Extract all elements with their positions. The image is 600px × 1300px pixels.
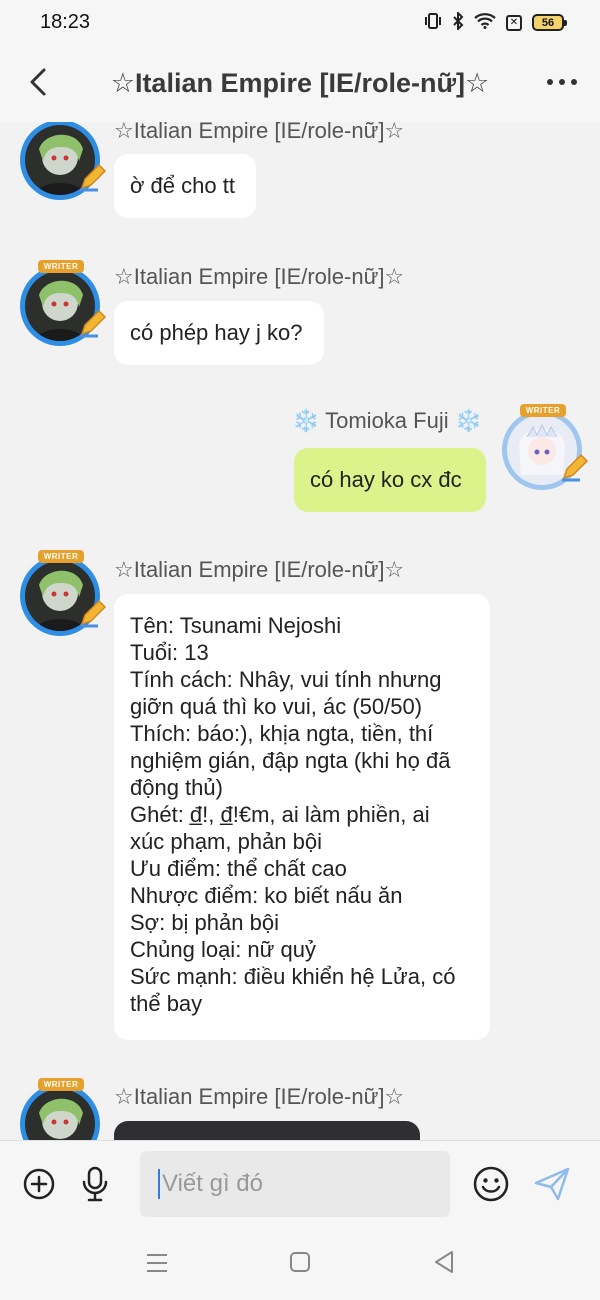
plus-circle-icon [23, 1168, 55, 1200]
message-input-placeholder: Viết gì đó [162, 1170, 263, 1197]
send-button[interactable] [532, 1165, 572, 1203]
snowflake-icon: ❄️ [454, 408, 483, 433]
battery-icon: 56 [532, 14, 567, 31]
message-text: có hay ko cx đc [310, 467, 462, 492]
message-line: Sợ: bị phản bội [130, 910, 279, 935]
chevron-left-icon [30, 68, 46, 96]
pen-icon [80, 163, 107, 192]
sender-name: ☆Italian Empire [IE/role-nữ]☆ [114, 557, 405, 582]
message-line: Tên: Tsunami Nejoshi [130, 613, 342, 638]
message-line: Ưu điểm: thể chất cao [130, 856, 347, 881]
avatar[interactable]: WRITER [16, 550, 107, 636]
triangle-back-icon [435, 1251, 453, 1273]
sim-off-icon: ✕ [506, 14, 522, 31]
message-line: nghiệm gián, đập ngta (khi họ đã [130, 748, 451, 773]
message-line: thể bay [130, 991, 203, 1016]
dot-icon [559, 79, 565, 85]
dot-icon [571, 79, 577, 85]
add-attachment-button[interactable] [22, 1167, 56, 1201]
vibrate-icon [424, 13, 442, 32]
message-bubble[interactable]: Tên: Tsunami Nejoshi Tuổi: 13 Tính cách:… [114, 594, 490, 1040]
sender-name: ☆Italian Empire [IE/role-nữ]☆ [114, 1084, 405, 1109]
writer-badge: WRITER [38, 260, 84, 273]
message-list[interactable]: ☆Italian Empire [IE/role-nữ]☆ ờ để cho t… [0, 122, 600, 1140]
image-message-preview[interactable] [114, 1121, 420, 1140]
menu-lines-icon [147, 1254, 167, 1272]
message-line: xúc phạm, phản bội [130, 829, 323, 854]
square-icon [290, 1252, 310, 1272]
message-line: Ghét: đ̲!, đ̲!€m, ai làm phiền, ai [130, 802, 430, 827]
system-back-button[interactable] [432, 1249, 456, 1275]
message-bubble-own[interactable]: có hay ko cx đc [294, 448, 486, 512]
writer-badge: WRITER [38, 1078, 84, 1091]
message-bubble[interactable]: ờ để cho tt [114, 154, 256, 218]
back-button[interactable] [20, 60, 60, 104]
composer-bar: Viết gì đó [0, 1140, 600, 1300]
message-text: ờ để cho tt [130, 173, 235, 198]
message-line: Chủng loại: nữ quỷ [130, 937, 316, 962]
status-bar: 18:23 ✕ 56 [0, 0, 600, 46]
pen-icon [562, 453, 589, 482]
smiley-icon [473, 1166, 509, 1202]
dot-icon [547, 79, 553, 85]
sender-name: ☆Italian Empire [IE/role-nữ]☆ [114, 122, 405, 143]
recent-apps-button[interactable] [144, 1251, 170, 1275]
writer-badge: WRITER [520, 404, 566, 417]
message-line: Nhược điểm: ko biết nấu ăn [130, 883, 403, 908]
sender-name: ☆Italian Empire [IE/role-nữ]☆ [114, 264, 405, 289]
message-bubble[interactable]: có phép hay j ko? [114, 301, 324, 365]
status-icons: ✕ 56 [424, 10, 567, 33]
voice-message-button[interactable] [78, 1165, 112, 1203]
avatar[interactable]: WRITER [16, 1078, 102, 1140]
more-options-button[interactable] [538, 68, 586, 96]
microphone-icon [82, 1166, 108, 1202]
own-sender-label: Tomioka Fuji [325, 408, 449, 433]
message-text: có phép hay j ko? [130, 320, 303, 345]
message-line: Tính cách: Nhây, vui tính nhưng [130, 667, 442, 692]
sender-name-own: ❄️ Tomioka Fuji ❄️ [292, 408, 482, 434]
wifi-icon [474, 13, 496, 32]
message-line: Thích: báo:), khịa ngta, tiền, thí [130, 721, 434, 746]
message-line: Tuổi: 13 [130, 640, 209, 665]
avatar[interactable]: WRITER [16, 260, 107, 346]
status-time: 18:23 [40, 11, 91, 33]
snowflake-icon: ❄️ [292, 408, 320, 433]
system-nav-bar [0, 1239, 600, 1299]
chat-title: ☆Italian Empire [IE/role-nữ]☆ [110, 68, 490, 98]
avatar-own[interactable]: WRITER [498, 404, 589, 490]
writer-badge: WRITER [38, 550, 84, 563]
paper-plane-icon [534, 1167, 570, 1201]
message-input[interactable]: Viết gì đó [140, 1151, 450, 1217]
emoji-button[interactable] [472, 1165, 510, 1203]
text-caret [158, 1169, 160, 1199]
bluetooth-icon [452, 10, 464, 33]
message-line: giỡn quá thì ko vui, ác (50/50) [130, 694, 423, 719]
chat-header: ☆Italian Empire [IE/role-nữ]☆ [0, 46, 600, 122]
message-line: Sức mạnh: điều khiển hệ Lửa, có [130, 964, 456, 989]
avatar[interactable] [16, 122, 107, 200]
pen-icon [80, 309, 107, 338]
home-button[interactable] [289, 1251, 311, 1273]
message-line: động thủ) [130, 775, 223, 800]
pen-icon [80, 599, 107, 628]
